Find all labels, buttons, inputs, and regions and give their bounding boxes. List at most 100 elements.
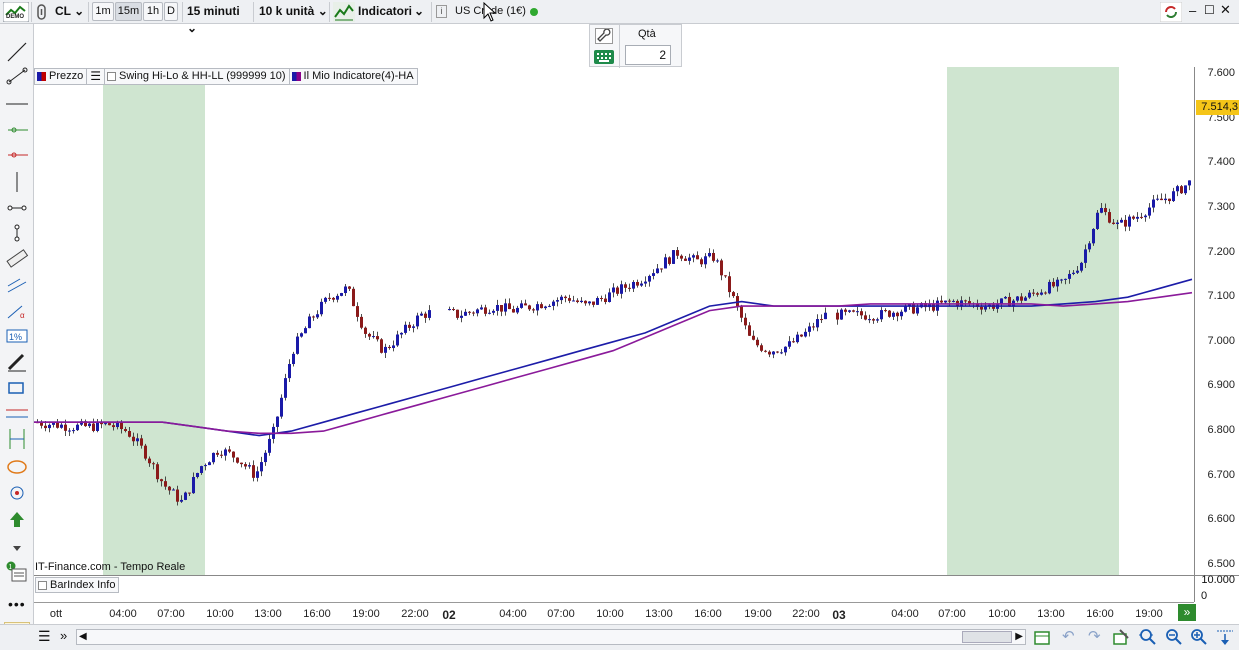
vertical-segment-icon[interactable] — [14, 224, 20, 242]
candle — [212, 452, 215, 463]
time-tick-label: 04:00 — [499, 608, 527, 620]
undo-icon[interactable]: ↶ — [1062, 627, 1075, 645]
indicators-button[interactable]: Indicatori — [358, 3, 414, 21]
link-icon[interactable] — [35, 3, 49, 21]
symbol-select[interactable]: CL ⌄ — [55, 3, 85, 21]
zoom-in-icon[interactable] — [1189, 627, 1209, 647]
candle — [280, 397, 283, 417]
time-tick-label: 22:00 — [792, 608, 820, 620]
maximize-icon[interactable]: ☐ — [1204, 3, 1215, 17]
double-chevron-right-icon[interactable]: » — [60, 628, 67, 643]
interval-select[interactable]: 15 minuti ⌄ — [187, 3, 253, 35]
candle — [780, 352, 783, 354]
rectangle-tool-icon[interactable] — [8, 382, 24, 394]
timeframe-1h-button[interactable]: 1h — [143, 2, 163, 21]
ellipse-tool-icon[interactable] — [7, 460, 27, 474]
scroll-bottom-icon[interactable] — [1215, 628, 1235, 646]
price-chart[interactable] — [34, 67, 1194, 575]
channel-tool-icon[interactable] — [7, 278, 27, 293]
legend-item-indicator[interactable]: Il Mio Indicatore(4)-HA — [288, 68, 418, 85]
horizontal-scrollbar[interactable]: ◀ ▶ — [76, 629, 1026, 645]
refresh-icon[interactable] — [1159, 1, 1183, 23]
legend-item-swing[interactable]: Swing Hi-Lo & HH-LL (999999 10) — [104, 68, 290, 85]
bottom-bar: ☰ » ◀ ▶ ↶ ↷ — [0, 624, 1239, 650]
zoom-fit-icon[interactable] — [1138, 627, 1158, 647]
candle — [384, 346, 387, 353]
indicators-icon[interactable] — [333, 2, 355, 22]
candle — [368, 333, 371, 337]
candle — [1016, 296, 1019, 301]
legend-settings-button[interactable]: ☰ — [86, 68, 106, 85]
zoom-out-icon[interactable] — [1164, 627, 1184, 647]
svg-text:1%: 1% — [9, 332, 22, 342]
candle — [68, 430, 71, 432]
menu-icon[interactable]: ☰ — [38, 628, 51, 645]
chart-settings-icon[interactable] — [1112, 628, 1130, 646]
alerts-icon[interactable]: 1 — [5, 561, 29, 583]
legend-item-price[interactable]: Prezzo — [34, 68, 88, 85]
checkbox-icon[interactable] — [38, 580, 47, 590]
calendar-icon[interactable] — [1033, 628, 1051, 646]
candle — [452, 309, 455, 311]
candle — [688, 257, 691, 261]
fibonacci-tool-icon[interactable]: α — [7, 305, 25, 320]
candle — [592, 301, 595, 305]
units-select[interactable]: 10 k unità ⌄ — [259, 3, 329, 21]
scrollbar-thumb[interactable] — [962, 631, 1012, 643]
candle — [632, 281, 635, 289]
candle — [348, 286, 351, 289]
green-line-icon[interactable] — [8, 127, 28, 133]
candle — [852, 310, 855, 312]
more-tools-icon[interactable]: ••• — [8, 596, 26, 612]
close-icon[interactable]: ✕ — [1220, 2, 1231, 18]
candle — [460, 315, 463, 318]
scroll-down-icon[interactable] — [13, 546, 21, 551]
candle — [116, 422, 119, 428]
candle — [308, 316, 311, 329]
vertical-range-icon[interactable] — [9, 429, 25, 449]
candle — [812, 326, 815, 328]
keyboard-icon[interactable] — [594, 50, 614, 64]
timeframe-15m-button[interactable]: 15m — [115, 2, 142, 21]
candle — [772, 351, 775, 355]
redo-icon[interactable]: ↷ — [1088, 627, 1101, 645]
scroll-to-end-button[interactable]: » — [1178, 604, 1196, 621]
candle — [204, 465, 207, 467]
pencil-icon[interactable] — [7, 353, 26, 372]
timeframe-d-button[interactable]: D — [164, 2, 178, 21]
legend-label: Il Mio Indicatore(4)-HA — [303, 70, 414, 82]
chevron-down-icon[interactable]: ⌄ — [414, 3, 428, 21]
parallel-lines-icon[interactable] — [6, 409, 28, 418]
arrow-up-icon[interactable] — [10, 512, 24, 527]
ray-tool-icon[interactable] — [6, 67, 28, 85]
wrench-icon[interactable] — [595, 28, 613, 44]
time-tick-label: 04:00 — [891, 608, 919, 620]
target-tool-icon[interactable] — [10, 486, 24, 500]
candle — [476, 309, 479, 314]
candle — [948, 300, 951, 302]
ruler-icon[interactable] — [6, 249, 29, 268]
price-axis[interactable]: 7.600 7.500 7.400 7.300 7.200 7.100 7.000 6.900… — [1194, 67, 1239, 575]
candle — [1160, 198, 1163, 201]
percent-tool-icon[interactable]: 1% — [6, 329, 28, 343]
info-icon[interactable]: i — [436, 5, 447, 18]
candle — [692, 255, 695, 258]
candle — [824, 312, 827, 320]
scroll-right-icon[interactable]: ▶ — [1015, 631, 1023, 642]
time-axis[interactable]: ott 04:00 07:00 10:00 13:00 16:00 19:00 22:00 02… — [34, 602, 1194, 624]
checkbox-icon[interactable] — [107, 72, 117, 81]
barindex-panel: BarIndex Info — [34, 575, 1194, 602]
line-tool-icon[interactable] — [7, 42, 27, 62]
barindex-legend[interactable]: BarIndex Info — [35, 577, 120, 593]
candle — [364, 327, 367, 334]
timeframe-1m-button[interactable]: 1m — [92, 2, 114, 21]
qty-input[interactable]: 2 — [625, 45, 671, 65]
price-chart-canvas[interactable] — [34, 67, 1194, 575]
segment-tool-icon[interactable] — [7, 205, 27, 211]
candle — [652, 273, 655, 276]
time-tick-label: 22:00 — [401, 608, 429, 620]
minimize-icon[interactable]: – — [1189, 3, 1196, 18]
red-line-icon[interactable] — [8, 152, 28, 158]
candle — [884, 310, 887, 312]
scroll-left-icon[interactable]: ◀ — [79, 631, 87, 642]
